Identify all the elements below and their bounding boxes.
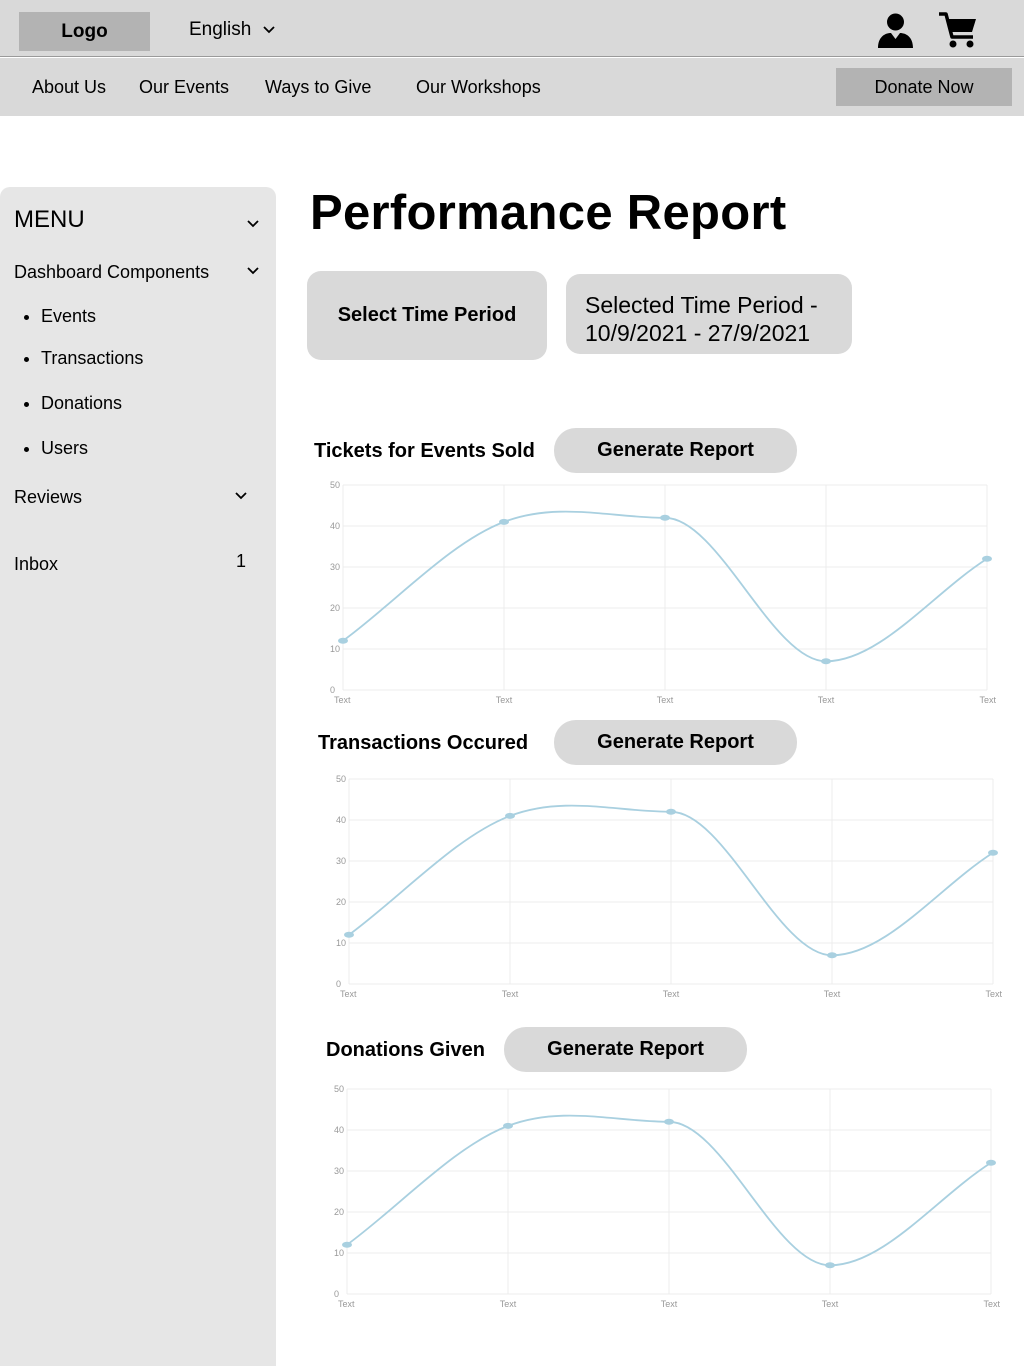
data-point bbox=[503, 1122, 513, 1129]
inbox-count-badge: 1 bbox=[236, 551, 247, 571]
x-tick-label: Text bbox=[985, 989, 1002, 999]
sidebar-dashboard-components[interactable]: Dashboard Components bbox=[14, 262, 209, 283]
x-tick-label: Text bbox=[657, 695, 674, 705]
tickets-chart: 0 10 20 30 40 50 Text Text Text Text Text bbox=[330, 480, 996, 705]
x-tick-label: Text bbox=[824, 989, 841, 999]
data-point bbox=[988, 849, 998, 856]
menu-title: MENU bbox=[14, 206, 85, 233]
sidebar-item-donations[interactable]: Donations bbox=[24, 393, 122, 414]
sidebar-item-events[interactable]: Events bbox=[24, 306, 96, 327]
y-tick-label: 10 bbox=[336, 938, 346, 948]
data-point bbox=[986, 1159, 996, 1166]
generate-report-donations-button[interactable]: Generate Report bbox=[504, 1027, 747, 1072]
data-point bbox=[499, 518, 509, 525]
sidebar-item-users[interactable]: Users bbox=[24, 438, 88, 459]
y-tick-label: 20 bbox=[336, 897, 346, 907]
data-point bbox=[821, 658, 831, 665]
data-point bbox=[342, 1241, 352, 1248]
selected-period-range: 10/9/2021 - 27/9/2021 bbox=[585, 320, 811, 346]
nav-about-us[interactable]: About Us bbox=[32, 77, 106, 98]
y-tick-label: 0 bbox=[330, 685, 335, 695]
x-tick-label: Text bbox=[822, 1299, 839, 1309]
generate-report-tickets-button[interactable]: Generate Report bbox=[554, 428, 797, 473]
y-tick-label: 20 bbox=[334, 1207, 344, 1217]
y-tick-label: 0 bbox=[334, 1289, 339, 1299]
y-tick-label: 50 bbox=[334, 1084, 344, 1094]
selected-time-period: Selected Time Period - 10/9/2021 - 27/9/… bbox=[566, 274, 852, 354]
x-tick-label: Text bbox=[661, 1299, 678, 1309]
y-tick-label: 50 bbox=[336, 774, 346, 784]
y-tick-label: 40 bbox=[334, 1125, 344, 1135]
x-tick-label: Text bbox=[340, 989, 357, 999]
chevron-down-icon[interactable] bbox=[247, 220, 259, 228]
chart-title-transactions: Transactions Occured bbox=[318, 732, 529, 754]
cart-icon[interactable] bbox=[938, 10, 978, 50]
x-tick-label: Text bbox=[979, 695, 996, 705]
sidebar-item-label: Users bbox=[41, 438, 89, 458]
data-point bbox=[338, 637, 348, 644]
page-title: Performance Report bbox=[310, 186, 787, 240]
y-tick-label: 0 bbox=[336, 979, 341, 989]
data-point bbox=[344, 931, 354, 938]
data-point bbox=[660, 514, 670, 521]
x-tick-label: Text bbox=[496, 695, 513, 705]
chart-title-tickets: Tickets for Events Sold bbox=[314, 440, 535, 462]
chevron-down-icon[interactable] bbox=[235, 492, 247, 500]
transactions-chart: 0 10 20 30 40 50 Text Text Text Text Text bbox=[336, 774, 1002, 999]
chart-title-donations: Donations Given bbox=[326, 1039, 485, 1061]
sidebar-item-label: Transactions bbox=[41, 348, 144, 368]
chevron-down-icon[interactable] bbox=[247, 267, 259, 275]
language-label: English bbox=[189, 19, 252, 40]
y-tick-label: 30 bbox=[334, 1166, 344, 1176]
y-tick-label: 20 bbox=[330, 603, 340, 613]
user-icon[interactable] bbox=[877, 12, 914, 49]
chevron-down-icon bbox=[263, 26, 275, 34]
nav-our-workshops[interactable]: Our Workshops bbox=[416, 77, 541, 98]
sidebar-reviews[interactable]: Reviews bbox=[14, 487, 82, 508]
sidebar-item-label: Donations bbox=[41, 393, 123, 413]
selected-period-label: Selected Time Period - bbox=[585, 292, 818, 318]
y-tick-label: 10 bbox=[334, 1248, 344, 1258]
data-point bbox=[982, 555, 992, 562]
data-point bbox=[827, 952, 837, 959]
y-tick-label: 30 bbox=[330, 562, 340, 572]
data-point bbox=[505, 812, 515, 819]
sidebar-item-transactions[interactable]: Transactions bbox=[24, 348, 143, 369]
y-tick-label: 40 bbox=[336, 815, 346, 825]
x-tick-label: Text bbox=[818, 695, 835, 705]
select-time-period-button[interactable]: Select Time Period bbox=[307, 271, 547, 360]
x-tick-label: Text bbox=[500, 1299, 517, 1309]
sidebar-inbox[interactable]: Inbox bbox=[14, 554, 58, 575]
top-bar: Logo English bbox=[0, 0, 1024, 57]
language-selector[interactable]: English bbox=[189, 19, 275, 41]
y-tick-label: 50 bbox=[330, 480, 340, 490]
generate-report-transactions-button[interactable]: Generate Report bbox=[554, 720, 797, 765]
data-point bbox=[664, 1118, 674, 1125]
y-tick-label: 30 bbox=[336, 856, 346, 866]
donate-now-button[interactable]: Donate Now bbox=[836, 68, 1012, 106]
x-tick-label: Text bbox=[338, 1299, 355, 1309]
nav-our-events[interactable]: Our Events bbox=[139, 77, 229, 98]
data-point bbox=[666, 808, 676, 815]
y-tick-label: 10 bbox=[330, 644, 340, 654]
x-tick-label: Text bbox=[663, 989, 680, 999]
main-nav: About Us Our Events Ways to Give Our Wor… bbox=[0, 58, 1024, 116]
donations-chart: 0 10 20 30 40 50 Text Text Text Text Text bbox=[334, 1084, 1000, 1309]
nav-ways-to-give[interactable]: Ways to Give bbox=[265, 77, 371, 98]
y-tick-label: 40 bbox=[330, 521, 340, 531]
data-point bbox=[825, 1262, 835, 1269]
x-tick-label: Text bbox=[502, 989, 519, 999]
sidebar-item-label: Events bbox=[41, 306, 97, 326]
x-tick-label: Text bbox=[334, 695, 351, 705]
x-tick-label: Text bbox=[983, 1299, 1000, 1309]
sidebar: MENU Dashboard Components Events Transac… bbox=[0, 187, 276, 1366]
logo[interactable]: Logo bbox=[19, 12, 150, 51]
